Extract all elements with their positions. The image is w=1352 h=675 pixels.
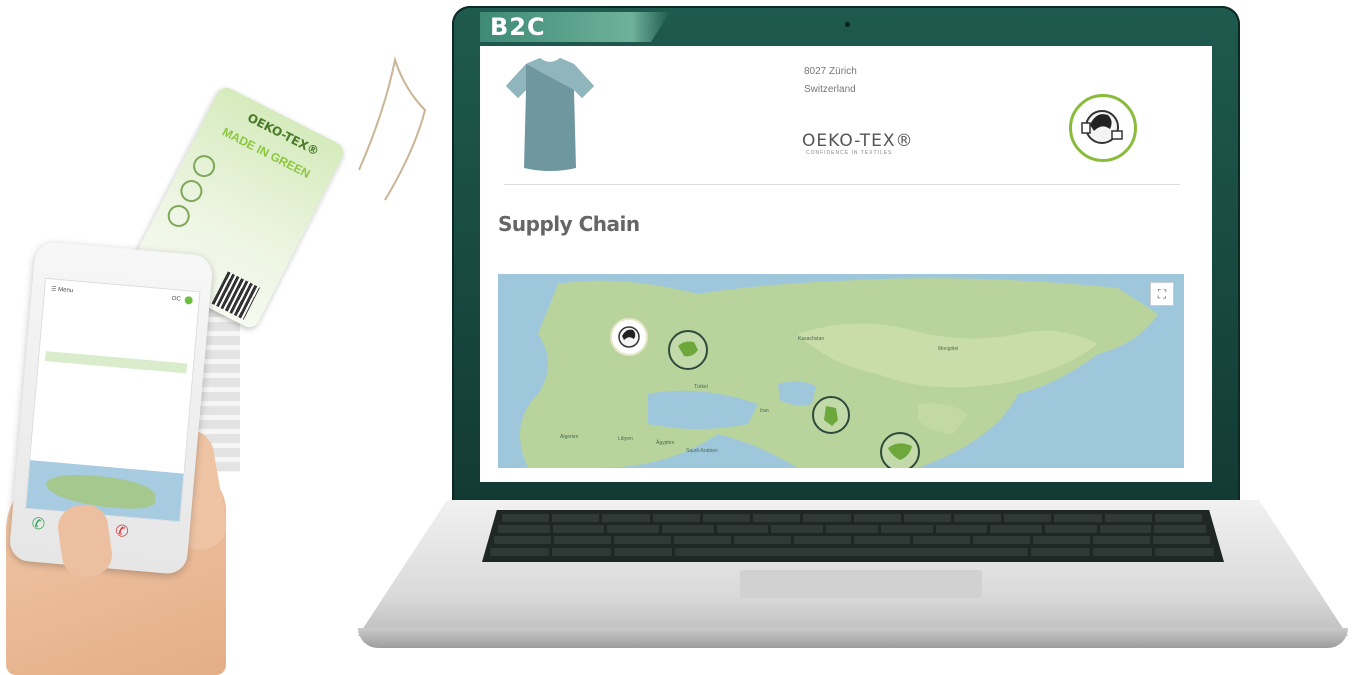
keyboard-row bbox=[494, 536, 1211, 544]
address-line-2: Switzerland bbox=[804, 84, 856, 95]
map-label-saudi-arabia: Saudi-Arabien bbox=[686, 448, 718, 454]
address-line-1: 8027 Zürich bbox=[804, 66, 857, 77]
map-marker-asia[interactable] bbox=[812, 396, 850, 434]
tag-qr-code-icon bbox=[211, 271, 260, 320]
phone-green-banner bbox=[44, 351, 188, 374]
phone-map-land bbox=[44, 471, 157, 512]
oeko-tex-logo: OEKO-TEX® bbox=[802, 131, 914, 151]
header-divider bbox=[504, 184, 1180, 185]
laptop-screen: 8027 Zürich Switzerland OEKO-TEX® CONFID… bbox=[480, 46, 1212, 482]
phone-screen: ☰ Menu OC bbox=[24, 277, 201, 523]
map-label-turkey: Türkei bbox=[694, 384, 708, 390]
b2c-label: B2C bbox=[490, 13, 546, 41]
map-label-mongolia: Mongolei bbox=[938, 346, 959, 352]
map-label-egypt: Ägypten bbox=[656, 440, 675, 446]
machine-icon bbox=[1081, 110, 1123, 144]
fullscreen-icon: ⛶ bbox=[1157, 287, 1167, 301]
country-shape-icon bbox=[678, 341, 698, 357]
factory-icon bbox=[176, 176, 207, 206]
leaf-icon bbox=[189, 151, 219, 181]
country-shape-icon bbox=[888, 443, 912, 460]
phone-hangup-icon: ✆ bbox=[114, 522, 130, 541]
map-marker-india[interactable] bbox=[880, 432, 920, 468]
webcam-icon bbox=[845, 22, 850, 27]
map-label-libya: Libyen bbox=[618, 436, 633, 442]
tshirt-image bbox=[506, 58, 594, 171]
keyboard-row bbox=[502, 514, 1203, 522]
section-title: Supply Chain bbox=[498, 212, 640, 236]
tag-string bbox=[358, 56, 427, 201]
map-label-iran: Iran bbox=[760, 408, 769, 414]
people-icon bbox=[163, 201, 194, 231]
map-terrain bbox=[520, 278, 1158, 468]
phone-menu-label: Menu bbox=[57, 286, 74, 295]
map-fullscreen-button[interactable]: ⛶ bbox=[1150, 282, 1174, 306]
phone-menu-button[interactable]: ☰ Menu bbox=[51, 285, 74, 294]
keyboard-row bbox=[490, 548, 1214, 556]
oeko-tex-logo-subtitle: CONFIDENCE IN TEXTILES bbox=[806, 150, 893, 156]
phone-call-icon: ✆ bbox=[30, 515, 46, 534]
map-marker-europe[interactable] bbox=[668, 330, 708, 370]
status-dot-icon bbox=[184, 296, 194, 305]
keyboard bbox=[482, 510, 1224, 562]
laptop-base-lip bbox=[358, 628, 1348, 648]
smartphone: ☰ Menu OC ✆ ✆ bbox=[8, 240, 214, 576]
machine-icon bbox=[618, 326, 640, 348]
map-label-algeria: Algerien bbox=[560, 434, 579, 440]
map-label-kazakhstan: Kasachstan bbox=[798, 336, 825, 342]
phone-status-label: OC bbox=[171, 295, 181, 303]
keyboard-row bbox=[498, 525, 1206, 533]
supply-chain-map[interactable]: Kasachstan Mongolei Saudi-Arabien Algeri… bbox=[498, 274, 1184, 468]
map-marker-factory[interactable] bbox=[610, 318, 648, 356]
factory-badge-icon bbox=[1069, 94, 1137, 162]
trackpad bbox=[740, 570, 982, 598]
phone-map[interactable] bbox=[25, 460, 184, 522]
country-shape-icon bbox=[824, 406, 838, 426]
